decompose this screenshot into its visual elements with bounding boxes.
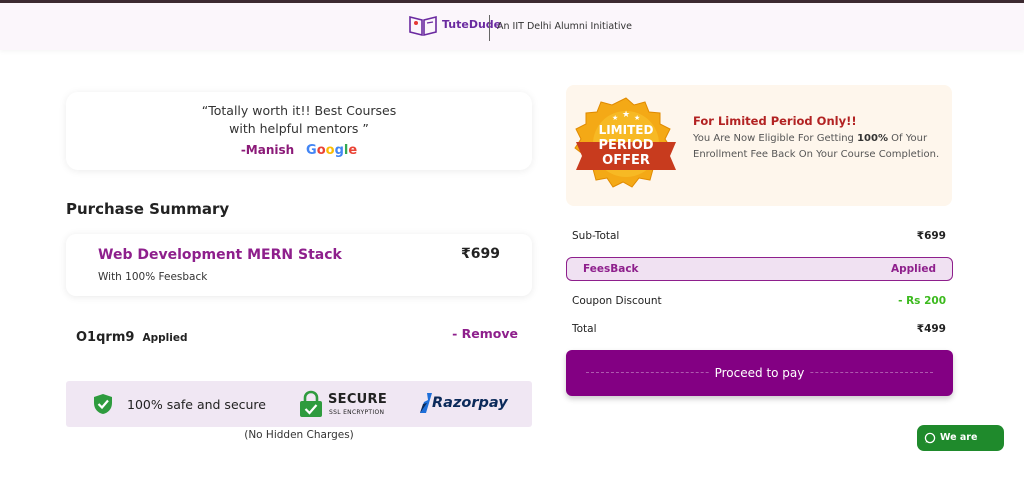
svg-text:★: ★: [612, 114, 618, 122]
remove-coupon-button[interactable]: - Remove: [452, 326, 518, 341]
whatsapp-chat-icon: [924, 432, 936, 444]
testimonial-author-row: -Manish Google: [66, 143, 532, 158]
feesback-status: Applied: [891, 263, 936, 275]
subtotal-value: ₹699: [916, 230, 946, 242]
svg-text:★: ★: [634, 114, 640, 122]
book-logo-icon: [409, 15, 437, 37]
testimonial-card: “Totally worth it!! Best Courses with he…: [66, 92, 532, 170]
proceed-to-pay-button[interactable]: Proceed to pay: [566, 350, 953, 396]
limited-period-offer-badge: ★ ★ ★ LIMITED PERIOD OFFER: [574, 97, 676, 188]
lock-icon: [300, 390, 322, 417]
offer-desc-highlight: 100%: [857, 133, 888, 144]
badge-period-text: PERIOD: [598, 138, 653, 153]
subtotal-label: Sub-Total: [572, 230, 620, 242]
coupon-discount-value: - Rs 200: [898, 295, 946, 307]
chat-online-button[interactable]: We are online: [917, 425, 1004, 469]
coupon-code: O1qrm9: [76, 330, 135, 345]
course-feesback-note: With 100% Feesback: [98, 271, 208, 283]
total-row: Total ₹499: [572, 323, 946, 335]
badge-offer-text: OFFER: [602, 153, 650, 168]
feesback-label: FeesBack: [583, 263, 639, 275]
google-letter: o: [325, 143, 335, 158]
course-price: ₹699: [461, 246, 500, 262]
google-letter: e: [348, 143, 358, 158]
brand-name: TuteDude: [442, 18, 502, 31]
chat-online-label: We are online: [940, 432, 978, 469]
offer-desc-text: You Are Now Eligible For Getting: [693, 133, 858, 144]
testimonial-author: -Manish: [240, 143, 295, 157]
total-value: ₹499: [916, 323, 946, 335]
quote-line: “Totally worth it!! Best Courses: [201, 103, 397, 118]
quote-line: with helpful mentors ”: [229, 121, 369, 136]
feesback-row: FeesBack Applied: [566, 257, 953, 281]
testimonial-quote: “Totally worth it!! Best Courses with he…: [66, 102, 532, 138]
google-letter: G: [306, 143, 317, 158]
subtotal-row: Sub-Total ₹699: [572, 230, 946, 242]
badge-limited-text: LIMITED: [599, 123, 654, 137]
header: TuteDude An IIT Delhi Alumni Initiative: [0, 3, 1024, 50]
svg-text:★: ★: [622, 110, 630, 120]
shield-check-icon: [94, 394, 112, 414]
coupon-status: Applied: [142, 332, 188, 344]
google-logo: Google: [306, 143, 357, 158]
ssl-encryption-label: SSL ENCRYPTION: [329, 409, 385, 416]
header-divider: [489, 15, 490, 41]
offer-description: You Are Now Eligible For Getting 100% Of…: [693, 131, 948, 163]
security-badges-bar: 100% safe and secure SECURE SSL ENCRYPTI…: [66, 381, 532, 427]
ssl-secure-label: SECURE: [328, 392, 388, 407]
limited-offer-card: ★ ★ ★ LIMITED PERIOD OFFER For Limited P…: [566, 85, 952, 206]
coupon-discount-row: Coupon Discount - Rs 200: [572, 295, 946, 307]
razorpay-logo-icon: [420, 393, 432, 413]
purchase-summary-title: Purchase Summary: [66, 200, 230, 218]
coupon-discount-label: Coupon Discount: [572, 295, 662, 307]
google-letter: g: [334, 143, 344, 158]
no-hidden-charges-note: (No Hidden Charges): [244, 429, 354, 441]
course-card: Web Development MERN Stack With 100% Fee…: [66, 234, 532, 296]
google-letter: o: [316, 143, 326, 158]
safe-secure-text: 100% safe and secure: [127, 397, 266, 412]
total-label: Total: [572, 323, 597, 335]
course-name: Web Development MERN Stack: [98, 247, 342, 263]
coupon-row: O1qrm9 Applied - Remove: [76, 326, 518, 345]
proceed-to-pay-label: Proceed to pay: [708, 366, 811, 380]
header-tagline: An IIT Delhi Alumni Initiative: [497, 21, 633, 32]
offer-title: For Limited Period Only!!: [693, 114, 857, 128]
razorpay-label: Razorpay: [432, 395, 508, 411]
